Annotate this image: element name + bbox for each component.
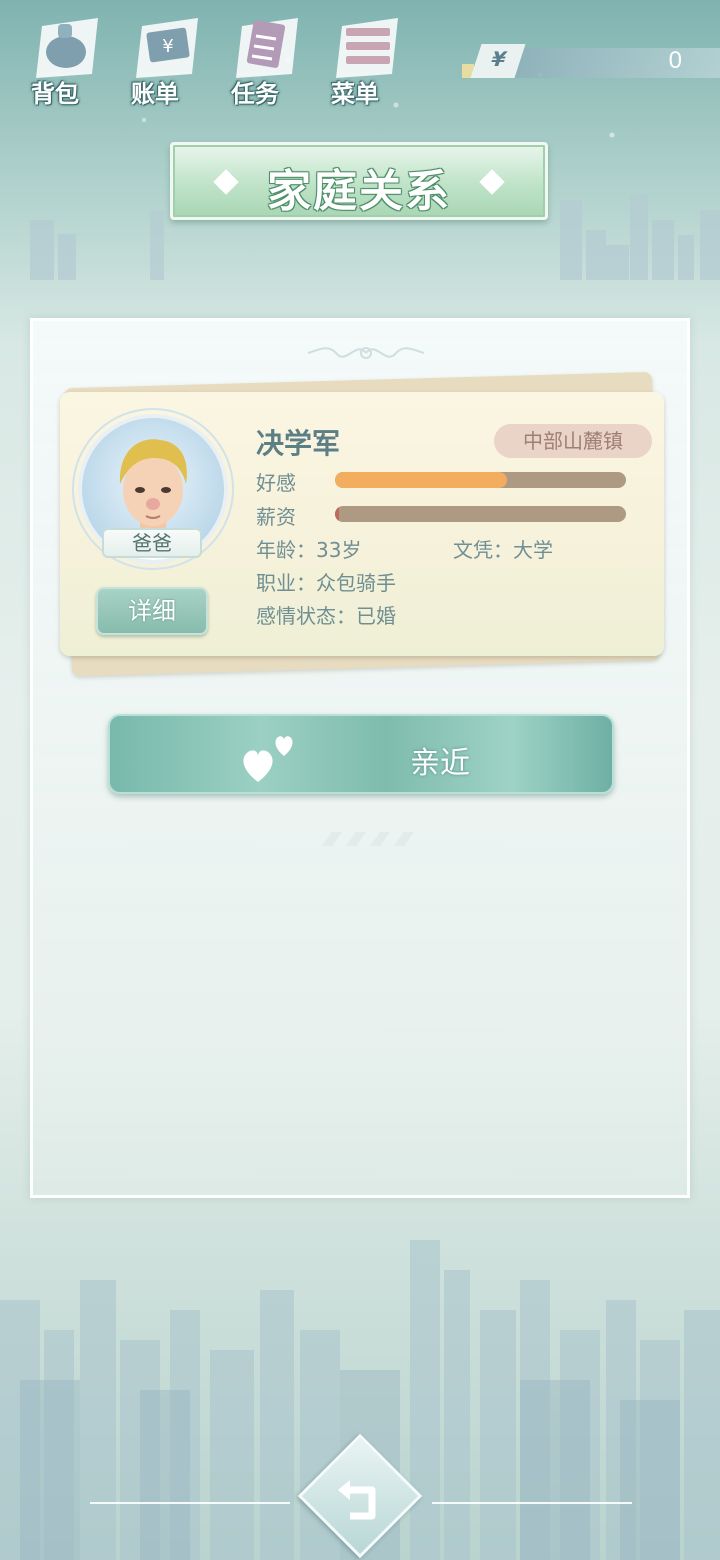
back-decor-line-right: [432, 1502, 632, 1504]
bill-icon: ¥: [136, 18, 198, 78]
top-bar: 背包 ¥ 账单 任务 菜单 ¥ 0: [0, 0, 720, 110]
salary-bar: [335, 506, 626, 522]
task-label: 任务: [231, 80, 279, 108]
page-title-banner: 家庭关系: [170, 142, 548, 220]
backpack-button[interactable]: 背包: [20, 8, 110, 108]
backpack-label: 背包: [31, 80, 79, 108]
affection-bar: [335, 472, 626, 488]
decor-stripes: [322, 832, 414, 846]
money-display: ¥ 0: [462, 44, 720, 80]
back-arrow-icon: [338, 1480, 376, 1520]
location-badge: 中部山麓镇: [494, 424, 652, 458]
approach-label: 亲近: [410, 746, 470, 781]
bill-label: 账单: [131, 80, 179, 108]
relation-label: 爸爸: [102, 528, 202, 558]
education-text: 文凭：大学: [453, 538, 553, 562]
character-name: 决学军: [256, 427, 341, 460]
svg-text:¥: ¥: [162, 36, 173, 57]
task-icon: [236, 18, 298, 78]
task-button[interactable]: 任务: [220, 8, 310, 108]
money-value: 0: [668, 47, 682, 74]
approach-button[interactable]: 亲近: [108, 714, 614, 794]
age-text: 年龄：33岁: [256, 538, 362, 562]
occupation-text: 职业：众包骑手: [256, 571, 396, 595]
menu-icon: [336, 18, 398, 78]
ornament-icon: [307, 347, 425, 359]
affection-bar-fill: [335, 472, 507, 488]
menu-label: 菜单: [331, 80, 379, 108]
affection-label: 好感: [256, 471, 296, 495]
detail-button[interactable]: 详细: [96, 587, 208, 635]
back-decor-line-left: [90, 1502, 290, 1504]
relationship-status-text: 感情状态：已婚: [256, 604, 396, 628]
salary-label: 薪资: [256, 505, 296, 529]
backpack-icon: [36, 18, 98, 78]
menu-button[interactable]: 菜单: [320, 8, 410, 108]
hearts-icon: [243, 736, 293, 782]
bill-button[interactable]: ¥ 账单: [120, 8, 210, 108]
